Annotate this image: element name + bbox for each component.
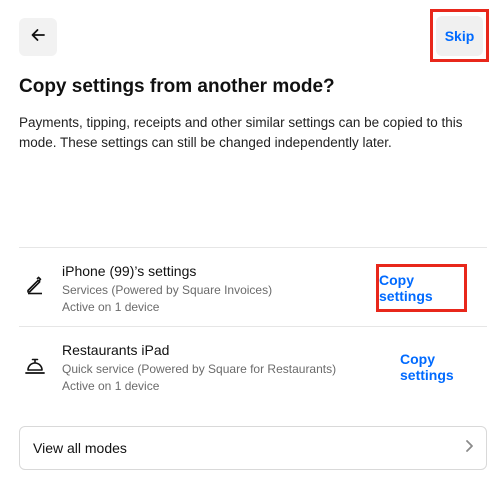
copy-settings-button-iphone[interactable]: Copy settings: [376, 264, 467, 312]
copy-settings-button-restaurants-ipad[interactable]: Copy settings: [400, 351, 488, 383]
back-button[interactable]: [19, 18, 57, 56]
page-description: Payments, tipping, receipts and other si…: [19, 115, 463, 150]
view-all-modes-label: View all modes: [33, 440, 127, 456]
mode-name: Restaurants iPad: [62, 342, 170, 358]
chevron-right-icon: [464, 439, 474, 458]
mode-type: Quick service (Powered by Square for Res…: [62, 362, 337, 376]
mode-devices: Active on 1 device: [62, 379, 160, 393]
view-all-modes-button[interactable]: View all modes: [19, 426, 487, 470]
skip-button[interactable]: Skip: [436, 15, 483, 56]
skip-highlight: Skip: [430, 9, 489, 62]
mode-type: Services (Powered by Square Invoices): [62, 283, 273, 297]
arrow-left-icon: [30, 27, 46, 48]
mode-devices: Active on 1 device: [62, 300, 160, 314]
mode-name: iPhone (99)’s settings: [62, 263, 197, 279]
pencil-icon: [23, 273, 47, 297]
page-title: Copy settings from another mode?: [19, 76, 335, 97]
service-bell-icon: [23, 354, 47, 378]
